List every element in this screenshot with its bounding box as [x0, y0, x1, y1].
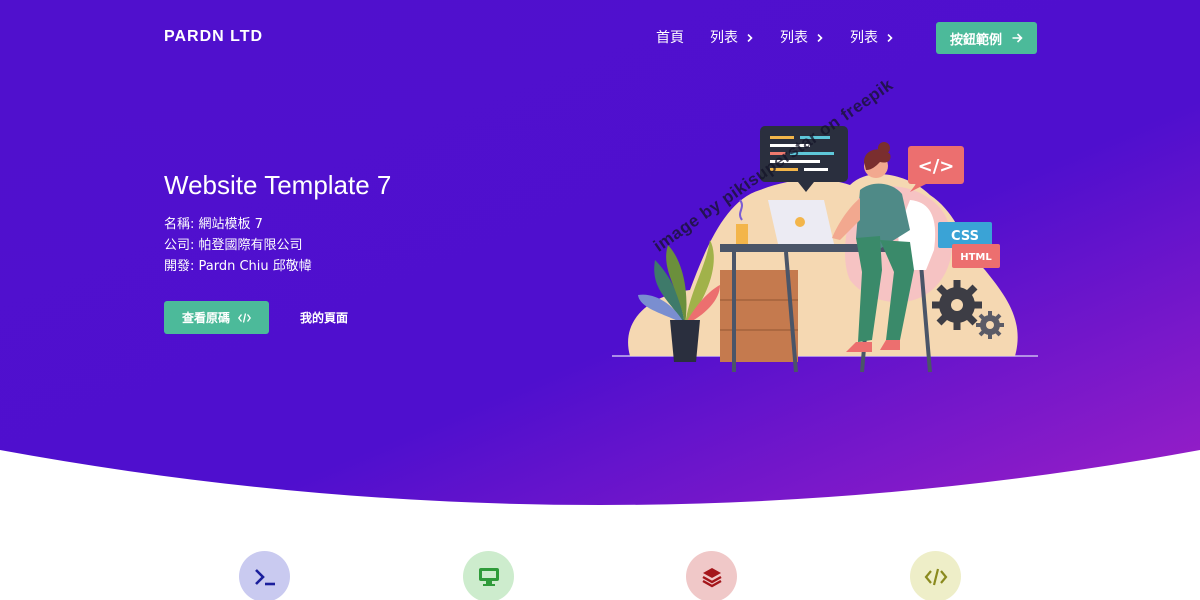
info-name: 名稱: 網站模板 7: [164, 217, 263, 232]
nav-item-label: 列表: [710, 30, 738, 46]
view-source-label: 查看原碼: [181, 311, 230, 325]
nav-item-label: 列表: [780, 30, 808, 46]
chevron-right-icon: [817, 34, 823, 42]
svg-text:</>: </>: [918, 156, 955, 177]
gear-icon: [976, 311, 1004, 339]
brand-logo[interactable]: PARDN LTD: [164, 28, 263, 46]
nav-item-home[interactable]: 首頁: [656, 28, 684, 48]
monitor-icon: [478, 567, 499, 586]
nav-item-list-3[interactable]: 列表: [850, 28, 894, 48]
hero-section: PARDN LTD 首頁 列表 列表 列表 按鈕範例 Website Templ…: [0, 0, 1200, 600]
main-nav: 首頁 列表 列表 列表: [656, 28, 920, 48]
chevron-right-icon: [747, 34, 753, 42]
arrow-right-icon: [1012, 33, 1023, 43]
nav-item-list-1[interactable]: 列表: [710, 28, 754, 48]
example-button-label: 按鈕範例: [949, 32, 1002, 48]
html-card: HTML: [952, 244, 1000, 268]
terminal-icon: [254, 568, 275, 585]
feature-terminal: [239, 551, 290, 600]
feature-layers: [686, 551, 737, 600]
info-developer: 開發: Pardn Chiu 邱敬幃: [164, 259, 312, 274]
template-info: 名稱: 網站模板 7 公司: 帕登國際有限公司 開發: Pardn Chiu 邱…: [164, 214, 312, 277]
page-title: Website Template 7: [164, 170, 392, 200]
gear-icon: [932, 280, 982, 330]
my-page-link[interactable]: 我的頁面: [300, 309, 348, 326]
chevron-right-icon: [887, 34, 893, 42]
code-icon: [924, 568, 947, 585]
nav-item-label: 列表: [850, 30, 878, 46]
code-icon: [238, 312, 251, 323]
info-company: 公司: 帕登國際有限公司: [164, 238, 303, 253]
nav-item-label: 首頁: [656, 30, 684, 46]
laptop: [768, 200, 834, 244]
developer-illustration: </> CSS HTML: [612, 126, 1038, 373]
nav-item-list-2[interactable]: 列表: [780, 28, 824, 48]
feature-monitor: [463, 551, 514, 600]
layers-icon: [701, 567, 722, 587]
code-tag-card: </>: [908, 146, 964, 192]
svg-text:HTML: HTML: [960, 252, 992, 263]
svg-text:CSS: CSS: [951, 229, 979, 244]
view-source-button[interactable]: 查看原碼: [164, 301, 269, 334]
feature-code: [910, 551, 961, 600]
